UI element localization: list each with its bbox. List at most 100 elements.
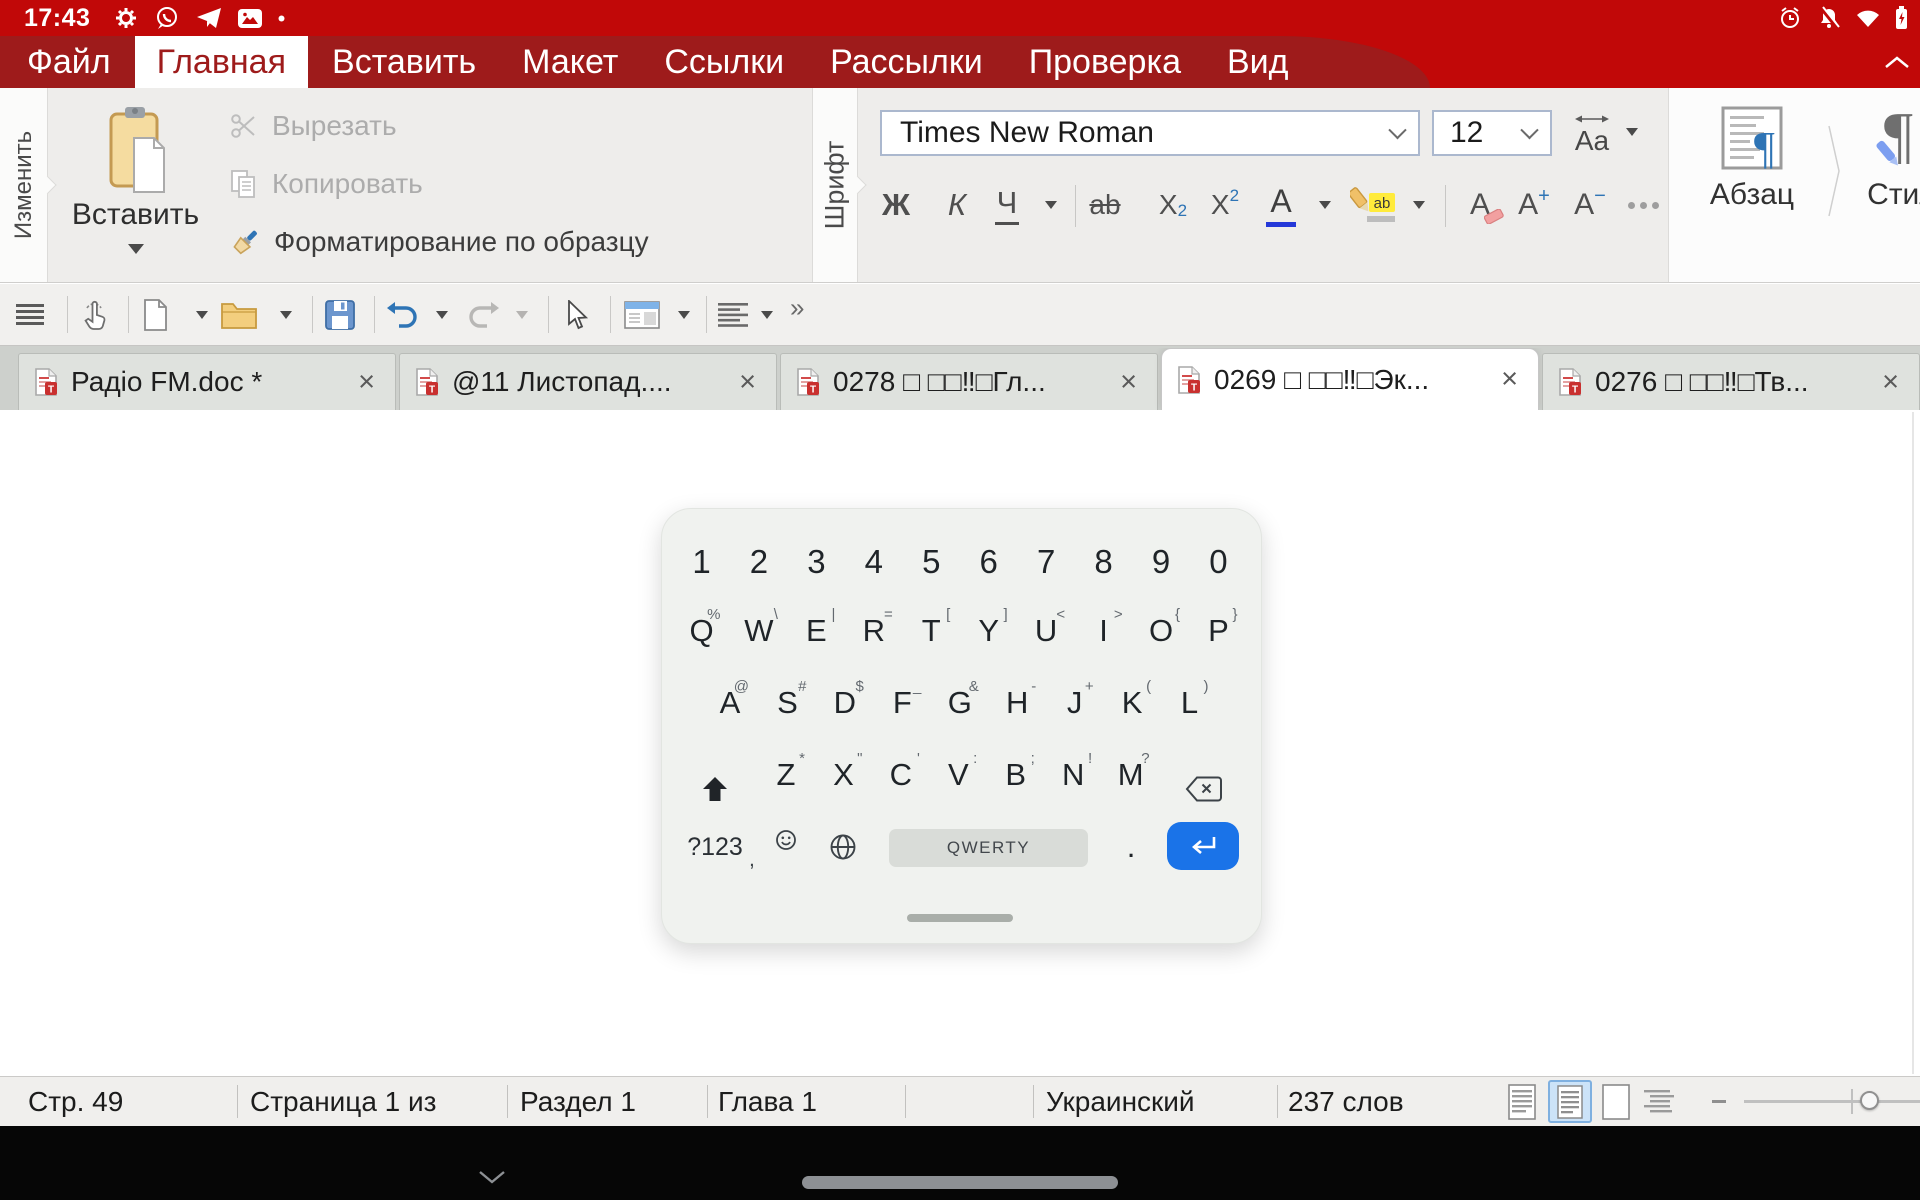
backspace-key[interactable] <box>1174 761 1234 817</box>
subscript-button[interactable]: X2 <box>1150 180 1196 230</box>
key-G[interactable]: G& <box>932 675 988 731</box>
home-gesture-pill[interactable] <box>802 1176 1118 1189</box>
key-E[interactable]: E| <box>788 603 844 659</box>
status-field-1[interactable]: Стр. 49 <box>28 1086 123 1118</box>
zoom-slider-thumb[interactable] <box>1860 1091 1879 1110</box>
shift-key[interactable] <box>687 761 743 817</box>
menu-tab-3[interactable]: Вставить <box>332 36 476 88</box>
line-spacing-icon[interactable] <box>718 303 748 327</box>
key-O[interactable]: O{ <box>1133 603 1189 659</box>
menu-tab-8[interactable]: Вид <box>1227 36 1289 88</box>
case-dropdown-icon[interactable] <box>1626 128 1638 136</box>
menu-tab-5[interactable]: Ссылки <box>664 36 784 88</box>
zoom-out-button[interactable] <box>1712 1100 1726 1103</box>
key-J[interactable]: J+ <box>1047 675 1103 731</box>
emoji-key[interactable]: , <box>758 822 814 872</box>
document-tab[interactable]: T 0269 □ □□‼□Эк... × <box>1161 348 1539 410</box>
highlight-button[interactable]: ab <box>1348 180 1400 230</box>
touch-mode-icon[interactable] <box>80 298 110 332</box>
hide-keyboard-icon[interactable] <box>478 1170 506 1184</box>
enter-key[interactable] <box>1167 822 1239 870</box>
menu-tab-1[interactable]: Файл <box>27 36 111 88</box>
styles-button[interactable]: ¶ Стил <box>1847 106 1920 212</box>
shrink-font-button[interactable]: A− <box>1564 180 1616 230</box>
key-8[interactable]: 8 <box>1076 534 1132 590</box>
scrollbar[interactable] <box>1912 412 1914 1074</box>
new-document-icon[interactable] <box>142 299 168 331</box>
key-Q[interactable]: Q% <box>674 603 730 659</box>
outline-view-icon[interactable] <box>1644 1090 1674 1114</box>
menu-tab-6[interactable]: Рассылки <box>830 36 983 88</box>
key-H[interactable]: H- <box>989 675 1045 731</box>
main-menu-icon[interactable] <box>16 304 44 326</box>
document-canvas[interactable]: 1234567890 Q%W\E|R=T[Y]U<I>O{P} A@S#D$F_… <box>0 410 1920 1076</box>
key-K[interactable]: K( <box>1104 675 1160 731</box>
font-size-select[interactable]: 12 <box>1432 110 1552 156</box>
tab-close-icon[interactable]: × <box>354 366 379 399</box>
key-I[interactable]: I> <box>1076 603 1132 659</box>
document-tab[interactable]: T 0278 □ □□‼□Гл... × <box>780 353 1158 410</box>
language-globe-key[interactable] <box>815 822 871 872</box>
key-6[interactable]: 6 <box>961 534 1017 590</box>
read-view-icon[interactable] <box>1508 1084 1536 1120</box>
word-count[interactable]: 237 слов <box>1288 1086 1404 1118</box>
key-0[interactable]: 0 <box>1190 534 1246 590</box>
key-B[interactable]: B; <box>988 747 1044 803</box>
document-tab[interactable]: T 0276 □ □□‼□Тв... × <box>1542 353 1920 410</box>
key-L[interactable]: L) <box>1162 675 1218 731</box>
tab-close-icon[interactable]: × <box>1116 366 1141 399</box>
more-tools-button[interactable]: » <box>790 293 804 324</box>
key-9[interactable]: 9 <box>1133 534 1189 590</box>
key-C[interactable]: C' <box>873 747 929 803</box>
clear-format-button[interactable]: A <box>1452 180 1508 230</box>
bold-button[interactable]: Ж <box>875 180 917 230</box>
status-field-2[interactable]: Страница 1 из <box>250 1086 437 1118</box>
menu-tab-4[interactable]: Макет <box>522 36 618 88</box>
tab-close-icon[interactable]: × <box>735 366 760 399</box>
key-Z[interactable]: Z* <box>758 747 814 803</box>
menu-tab-7[interactable]: Проверка <box>1029 36 1181 88</box>
key-T[interactable]: T[ <box>903 603 959 659</box>
paste-button[interactable]: Вставить <box>58 106 213 254</box>
edit-group-collapse[interactable]: Изменить <box>0 88 48 282</box>
key-D[interactable]: D$ <box>817 675 873 731</box>
symbols-key[interactable]: ?123 <box>680 822 750 872</box>
period-key[interactable]: . <box>1108 822 1154 872</box>
status-field-3[interactable]: Раздел 1 <box>520 1086 636 1118</box>
font-name-select[interactable]: Times New Roman <box>880 110 1420 156</box>
key-A[interactable]: A@ <box>702 675 758 731</box>
tab-close-icon[interactable]: × <box>1878 366 1903 399</box>
print-layout-view-selected[interactable] <box>1548 1080 1592 1123</box>
zoom-slider-track[interactable] <box>1744 1100 1920 1103</box>
change-case-button[interactable]: Aa <box>1567 114 1617 157</box>
space-key[interactable]: QWERTY <box>889 829 1088 867</box>
undo-icon[interactable] <box>386 301 418 329</box>
window-layout-icon[interactable] <box>624 301 660 329</box>
grow-font-button[interactable]: A+ <box>1508 180 1560 230</box>
key-F[interactable]: F_ <box>874 675 930 731</box>
underline-dropdown-icon[interactable] <box>1038 180 1064 230</box>
paste-dropdown-icon[interactable] <box>128 244 144 254</box>
open-dropdown-icon[interactable] <box>280 311 292 319</box>
key-2[interactable]: 2 <box>731 534 787 590</box>
format-painter-button[interactable]: Форматирование по образцу <box>230 223 649 261</box>
key-5[interactable]: 5 <box>903 534 959 590</box>
strikethrough-button[interactable]: ab <box>1082 180 1128 230</box>
redo-dropdown-icon[interactable] <box>516 311 528 319</box>
superscript-button[interactable]: X2 <box>1202 180 1248 230</box>
highlight-dropdown-icon[interactable] <box>1406 180 1432 230</box>
key-W[interactable]: W\ <box>731 603 787 659</box>
key-3[interactable]: 3 <box>788 534 844 590</box>
key-X[interactable]: X" <box>815 747 871 803</box>
cut-button[interactable]: Вырезать <box>230 107 397 145</box>
window-dropdown-icon[interactable] <box>678 311 690 319</box>
tab-close-icon[interactable]: × <box>1497 363 1522 396</box>
document-tab[interactable]: T @11 Листопад.... × <box>399 353 777 410</box>
key-P[interactable]: P} <box>1190 603 1246 659</box>
document-tab[interactable]: T Радіо FM.doc * × <box>18 353 396 410</box>
select-cursor-icon[interactable] <box>566 300 590 330</box>
font-group-collapse[interactable]: Шрифт <box>812 88 858 282</box>
key-U[interactable]: U< <box>1018 603 1074 659</box>
collapse-ribbon-icon[interactable] <box>1884 56 1910 69</box>
underline-button[interactable]: Ч <box>986 180 1028 230</box>
